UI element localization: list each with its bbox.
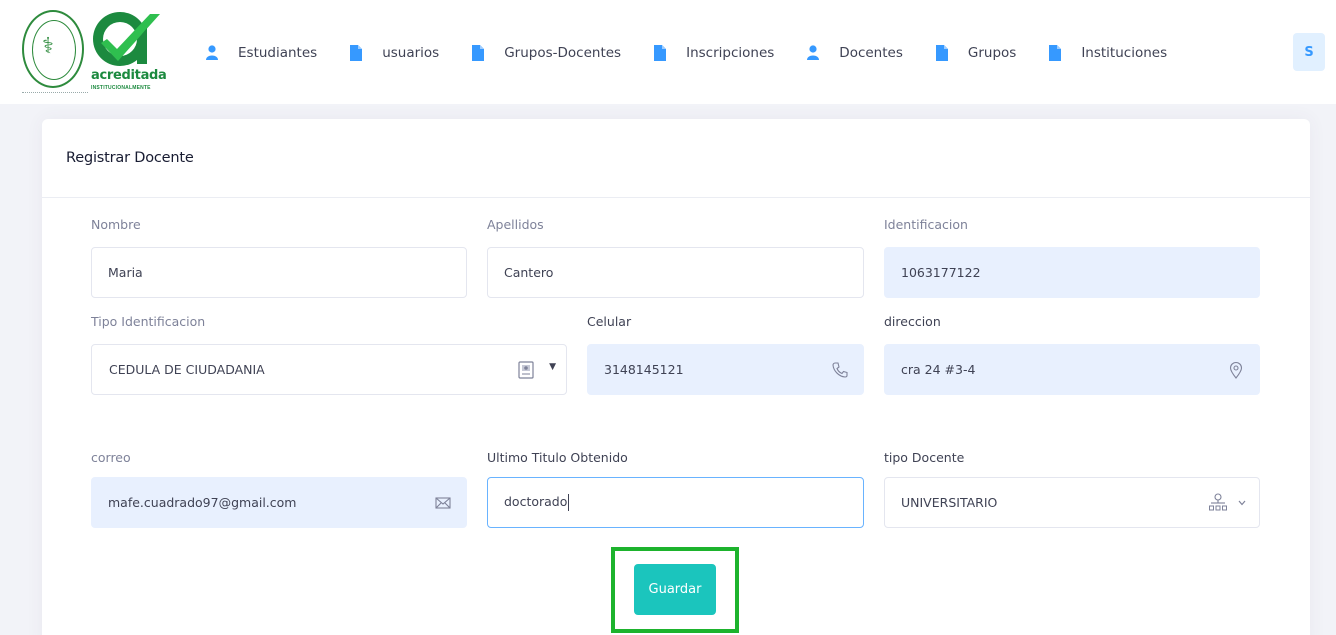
nav-label: Docentes [839,45,903,61]
top-header: ⚕ acreditada INSTITUCIONALMENTE Estudian… [0,0,1336,104]
nav-item-instituciones[interactable]: Instituciones [1049,45,1167,61]
nombre-value: Maria [108,265,143,280]
nav-label: Grupos-Docentes [504,45,622,61]
correo-value: mafe.cuadrado97@gmail.com [108,495,297,510]
nav-label: Inscripciones [686,45,775,61]
nav-label: Grupos [967,45,1017,61]
nav-label: usuarios [382,45,440,61]
file-icon [935,45,948,61]
phone-icon [832,362,848,378]
tipo-identificacion-label: Tipo Identificacion [91,314,206,329]
identificacion-input[interactable]: 1063177122 [884,247,1260,298]
user-avatar[interactable]: S [1293,33,1325,71]
nombre-input[interactable]: Maria [91,247,467,298]
nombre-label: Nombre [91,217,141,232]
nav-label: Estudiantes [238,45,318,61]
nav-item-grupos-docentes[interactable]: Grupos-Docentes [472,45,621,61]
accreditation-text: acreditada [91,68,167,83]
text-caret [568,494,570,511]
check-badge-icon [93,12,160,66]
ultimo-titulo-input[interactable]: doctorado [487,477,864,528]
direccion-value: cra 24 #3-4 [901,362,976,377]
file-icon [350,45,363,61]
ultimo-titulo-text: doctorado [504,494,847,511]
file-icon [654,45,667,61]
id-card-icon [518,361,534,379]
nav-item-inscripciones[interactable]: Inscripciones [654,45,774,61]
tipo-docente-select[interactable]: UNIVERSITARIO [884,477,1260,528]
tipo-identificacion-value: CEDULA DE CIUDADANIA [109,362,265,377]
accreditation-logo: acreditada INSTITUCIONALMENTE [90,8,170,94]
direccion-label: direccion [884,314,941,329]
tipo-identificacion-select[interactable]: CEDULA DE CIUDADANIA ▼ [91,344,567,395]
chevron-down-icon [1238,500,1246,506]
tipo-docente-value: UNIVERSITARIO [901,495,998,510]
nav-item-usuarios[interactable]: usuarios [350,45,439,61]
save-button[interactable]: Guardar [634,564,716,615]
caduceus-icon: ⚕ [42,34,54,59]
card-header: Registrar Docente [42,119,1310,198]
map-pin-icon [1229,361,1243,379]
accreditation-subtext: INSTITUCIONALMENTE [91,85,151,91]
register-teacher-card: Registrar Docente Nombre Maria Apellidos… [42,119,1310,635]
apellidos-label: Apellidos [487,217,544,232]
tipo-docente-label: tipo Docente [884,450,965,465]
file-icon [1049,45,1062,61]
identificacion-label: Identificacion [884,217,968,232]
correo-input[interactable]: mafe.cuadrado97@gmail.com [91,477,467,528]
chevron-down-icon: ▼ [549,362,556,372]
celular-input[interactable]: 3148145121 [587,344,864,395]
page-title: Registrar Docente [66,150,194,166]
nav-item-estudiantes[interactable]: Estudiantes [206,45,317,61]
celular-value: 3148145121 [604,362,684,377]
correo-label: correo [91,450,131,465]
seal-caption-line [22,92,88,95]
org-chart-icon [1209,493,1227,511]
identificacion-value: 1063177122 [901,265,981,280]
user-icon [206,45,218,60]
university-seal-logo[interactable]: ⚕ [22,10,84,88]
envelope-icon [435,497,451,509]
apellidos-input[interactable]: Cantero [487,247,864,298]
file-icon [472,45,485,61]
apellidos-value: Cantero [504,265,554,280]
celular-label: Celular [587,314,632,329]
main-nav: Estudiantes usuarios Grupos-Docentes Ins… [206,38,1200,68]
direccion-input[interactable]: cra 24 #3-4 [884,344,1260,395]
nav-item-grupos[interactable]: Grupos [935,45,1017,61]
ultimo-titulo-value: doctorado [504,494,568,509]
nav-item-docentes[interactable]: Docentes [807,45,903,61]
nav-label: Instituciones [1081,45,1168,61]
user-icon [807,45,820,60]
ultimo-titulo-label: Ultimo Titulo Obtenido [487,450,628,465]
